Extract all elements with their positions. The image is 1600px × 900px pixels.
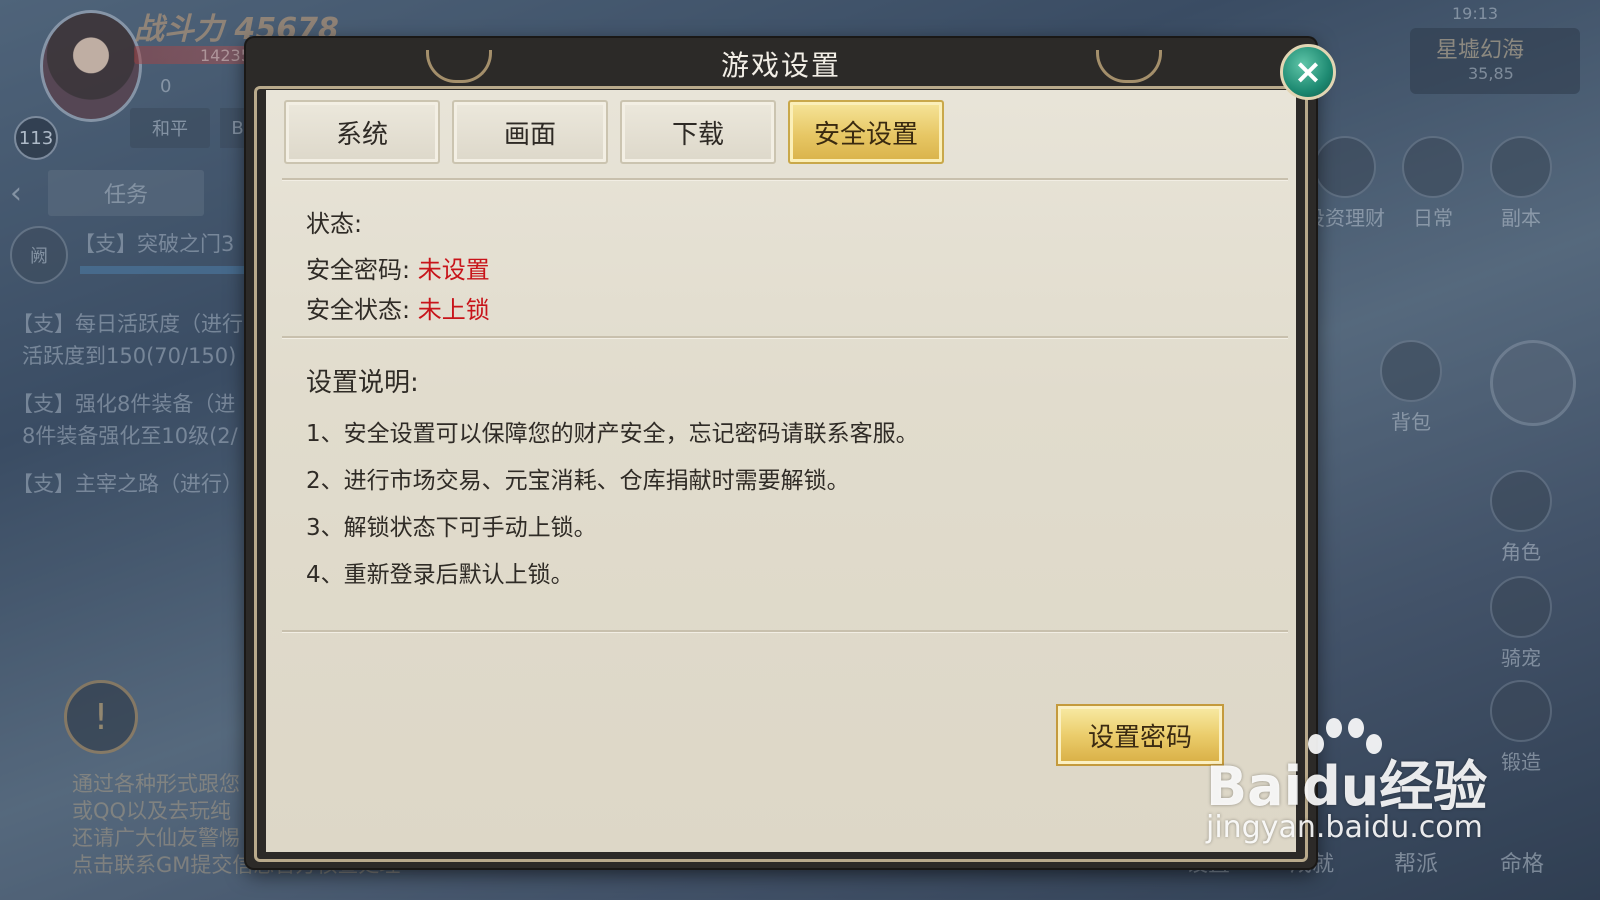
player-level-badge: 113 — [14, 116, 58, 160]
clock: 19:13 — [1452, 4, 1499, 23]
alert-icon[interactable]: ! — [64, 680, 138, 754]
nav-forge[interactable]: 锻造 — [1476, 680, 1566, 775]
chevron-left-icon[interactable]: ‹ — [10, 176, 22, 211]
nav-label: 日常 — [1413, 206, 1453, 230]
nav-label: 投资理财 — [1305, 206, 1385, 230]
tab-display[interactable]: 画面 — [452, 100, 608, 164]
quest-detail: 活跃度到150(70/150) — [22, 344, 237, 368]
nav-mount[interactable]: 骑宠 — [1476, 576, 1566, 671]
nav-dungeon[interactable]: 副本 — [1476, 136, 1566, 231]
password-status-row: 安全密码: 未设置 — [306, 250, 490, 285]
instructions-heading: 设置说明: — [306, 368, 419, 398]
divider — [282, 630, 1288, 632]
invest-icon — [1314, 136, 1376, 198]
nav-fate[interactable]: 命格 — [1500, 846, 1544, 878]
quest-item[interactable]: 【支】强化8件装备（进 — [12, 388, 235, 418]
dialog-title: 游戏设置 — [720, 49, 841, 82]
nav-label: 背包 — [1391, 410, 1431, 434]
tab-download[interactable]: 下载 — [620, 100, 776, 164]
mount-icon — [1490, 576, 1552, 638]
quest-item[interactable]: 【支】主宰之路（进行） — [12, 468, 243, 498]
instruction-line: 4、重新登录后默认上锁。 — [306, 562, 574, 588]
pk-mode-select[interactable]: 和平 — [130, 108, 210, 148]
nav-label: 副本 — [1501, 206, 1541, 230]
tab-tasks[interactable]: 任务 — [48, 170, 204, 216]
close-button[interactable]: × — [1280, 44, 1336, 100]
daily-icon — [1402, 136, 1464, 198]
lock-status-label: 安全状态: — [306, 296, 411, 324]
close-icon: × — [1293, 52, 1323, 92]
watermark-url: jingyan.baidu.com — [1206, 810, 1483, 845]
joystick-icon[interactable] — [1490, 340, 1576, 426]
quest-progress-bar — [80, 266, 260, 274]
forge-icon — [1490, 680, 1552, 742]
character-icon — [1490, 470, 1552, 532]
lock-status-row: 安全状态: 未上锁 — [306, 290, 490, 325]
settings-tabs: 系统 画面 下载 安全设置 — [284, 100, 944, 164]
tab-security[interactable]: 安全设置 — [788, 100, 944, 164]
player-avatar — [40, 10, 142, 122]
status-heading: 状态: — [306, 210, 363, 238]
quest-emblem-icon: 阙 — [10, 226, 68, 284]
nav-guild[interactable]: 帮派 — [1394, 846, 1438, 878]
quest-detail: 8件装备强化至10级(2/ — [22, 424, 238, 448]
nav-label: 骑宠 — [1501, 646, 1541, 670]
nav-character[interactable]: 角色 — [1476, 470, 1566, 565]
password-status-label: 安全密码: — [306, 256, 411, 284]
divider — [282, 178, 1288, 180]
nav-label: 锻造 — [1501, 750, 1541, 774]
ornament-right-icon — [1096, 50, 1162, 83]
quest-item[interactable]: 【支】每日活跃度（进行 — [12, 308, 243, 338]
bag-icon — [1380, 340, 1442, 402]
nav-daily[interactable]: 日常 — [1388, 136, 1478, 231]
nav-bag[interactable]: 背包 — [1366, 340, 1456, 435]
notice-line: 或QQ以及去玩纯 — [72, 799, 232, 823]
instruction-line: 1、安全设置可以保障您的财产安全，忘记密码请联系客服。 — [306, 421, 919, 447]
password-status-value: 未设置 — [417, 256, 490, 284]
dialog-title-bar: 游戏设置 — [486, 38, 1076, 90]
quest-item[interactable]: 【支】突破之门3 — [74, 228, 234, 258]
ingot-count: 0 — [160, 76, 172, 97]
notice-line: 还请广大仙友警惕 — [72, 826, 240, 850]
ornament-left-icon — [426, 50, 492, 83]
divider — [282, 336, 1288, 338]
instruction-line: 2、进行市场交易、元宝消耗、仓库捐献时需要解锁。 — [306, 468, 850, 494]
notice-line: 通过各种形式跟您 — [72, 772, 240, 796]
zone-coords: 35,85 — [1468, 64, 1514, 83]
instruction-line: 3、解锁状态下可手动上锁。 — [306, 515, 597, 541]
zone-name: 星墟幻海 — [1436, 38, 1525, 63]
tab-system[interactable]: 系统 — [284, 100, 440, 164]
lock-status-value: 未上锁 — [417, 296, 490, 324]
nav-label: 角色 — [1501, 540, 1541, 564]
set-password-button[interactable]: 设置密码 — [1056, 704, 1224, 766]
dungeon-icon — [1490, 136, 1552, 198]
